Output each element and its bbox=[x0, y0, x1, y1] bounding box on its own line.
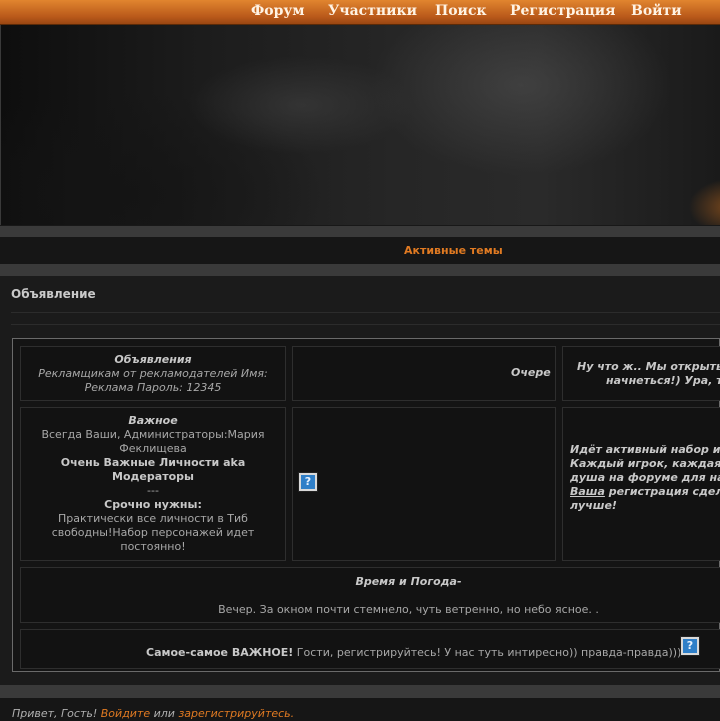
important-line: Очень Важные Личности aka bbox=[60, 456, 246, 469]
divider bbox=[0, 264, 720, 275]
active-topics-link[interactable]: Активные темы bbox=[404, 244, 503, 257]
question-icon: ? bbox=[299, 473, 317, 491]
divider bbox=[0, 226, 720, 236]
ads-cell: Объявления Рекламщикам от рекламодателей… bbox=[20, 346, 286, 401]
top-navigation: Форум Участники Поиск Регистрация Войти bbox=[0, 0, 720, 25]
recruit-line: Ваша регистрация сдел bbox=[570, 485, 720, 499]
login-link[interactable]: Войдите bbox=[101, 707, 150, 720]
recruit-line: Каждый игрок, каждая bbox=[570, 457, 720, 470]
important-title: Важное bbox=[128, 414, 178, 427]
divider bbox=[11, 324, 720, 325]
recruit-line: лучше! bbox=[570, 499, 617, 512]
or-text: или bbox=[150, 707, 179, 720]
announcement-table: Объявления Рекламщикам от рекламодателей… bbox=[12, 338, 720, 672]
announcement-panel: Объявление Объявления Рекламщикам от рек… bbox=[0, 275, 720, 686]
guest-greeting: Привет, Гость! Войдите или зарегистрируй… bbox=[12, 707, 294, 720]
weather-text: Вечер. За окном почти стемнело, чуть вет… bbox=[218, 603, 599, 616]
ads-line: Рекламщикам от рекламодателей Имя: bbox=[38, 367, 268, 380]
important-line: свободны!Набор персонажей идет bbox=[51, 526, 255, 539]
queue-label: Очере bbox=[511, 366, 551, 379]
nav-forum-link[interactable]: Форум bbox=[251, 3, 305, 19]
recruit-line: Идёт активный набор и bbox=[570, 443, 720, 456]
question-icon: ? bbox=[681, 637, 699, 655]
nav-login-link[interactable]: Войти bbox=[631, 3, 682, 19]
nav-members-link[interactable]: Участники bbox=[328, 3, 417, 19]
welcome-line: начнеться!) Ура, т bbox=[606, 374, 720, 387]
important-line: постоянно! bbox=[120, 540, 186, 553]
important-cell: Важное Всегда Ваши, Администраторы:Мария… bbox=[20, 407, 286, 561]
important-line: Всегда Ваши, Администраторы:Мария bbox=[41, 428, 265, 441]
divider bbox=[11, 312, 720, 313]
most-important-title: Самое-самое ВАЖНОЕ! bbox=[146, 646, 294, 659]
important-line: Срочно нужны: bbox=[104, 498, 202, 511]
nav-search-link[interactable]: Поиск bbox=[435, 3, 487, 19]
greeting-text: Привет, Гость! bbox=[12, 707, 101, 720]
weather-cell: Время и Погода- Вечер. За окном почти ст… bbox=[20, 567, 720, 623]
ads-line: Реклама Пароль: 12345 bbox=[84, 381, 222, 394]
important-line: Практически все личности в Тиб bbox=[58, 512, 248, 525]
your-link[interactable]: Ваша bbox=[570, 485, 605, 498]
active-topics-bar: Активные темы bbox=[0, 236, 720, 265]
register-link[interactable]: зарегистрируйтесь bbox=[178, 707, 290, 720]
important-line: --- bbox=[147, 484, 159, 497]
most-important-text: Гости, регистрируйтесь! У нас туть интир… bbox=[293, 646, 682, 659]
divider bbox=[0, 685, 720, 697]
important-line: Феклищева bbox=[119, 442, 187, 455]
welcome-cell: Ну что ж.. Мы открыть начнеться!) Ура, т bbox=[562, 346, 720, 401]
ads-title: Объявления bbox=[114, 353, 192, 366]
welcome-line: Ну что ж.. Мы открыть bbox=[577, 360, 720, 373]
announcement-heading: Объявление bbox=[11, 287, 96, 301]
recruit-cell: Идёт активный набор и Каждый игрок, кажд… bbox=[562, 407, 720, 561]
most-important-line: Самое-самое ВАЖНОЕ! Гости, регистрируйте… bbox=[146, 646, 681, 660]
important-line: Модераторы bbox=[112, 470, 194, 483]
nav-register-link[interactable]: Регистрация bbox=[510, 3, 616, 19]
image-cell: ? bbox=[292, 407, 556, 561]
queue-cell: Очере bbox=[292, 346, 556, 401]
guest-welcome-bar: Привет, Гость! Войдите или зарегистрируй… bbox=[0, 697, 720, 721]
recruit-text: регистрация сдел bbox=[604, 485, 720, 498]
most-important-cell: Самое-самое ВАЖНОЕ! Гости, регистрируйте… bbox=[20, 629, 720, 669]
forum-banner bbox=[0, 25, 720, 225]
recruit-line: душа на форуме для на bbox=[570, 471, 720, 484]
weather-title: Время и Погода- bbox=[355, 575, 462, 588]
period-text: . bbox=[290, 707, 295, 720]
